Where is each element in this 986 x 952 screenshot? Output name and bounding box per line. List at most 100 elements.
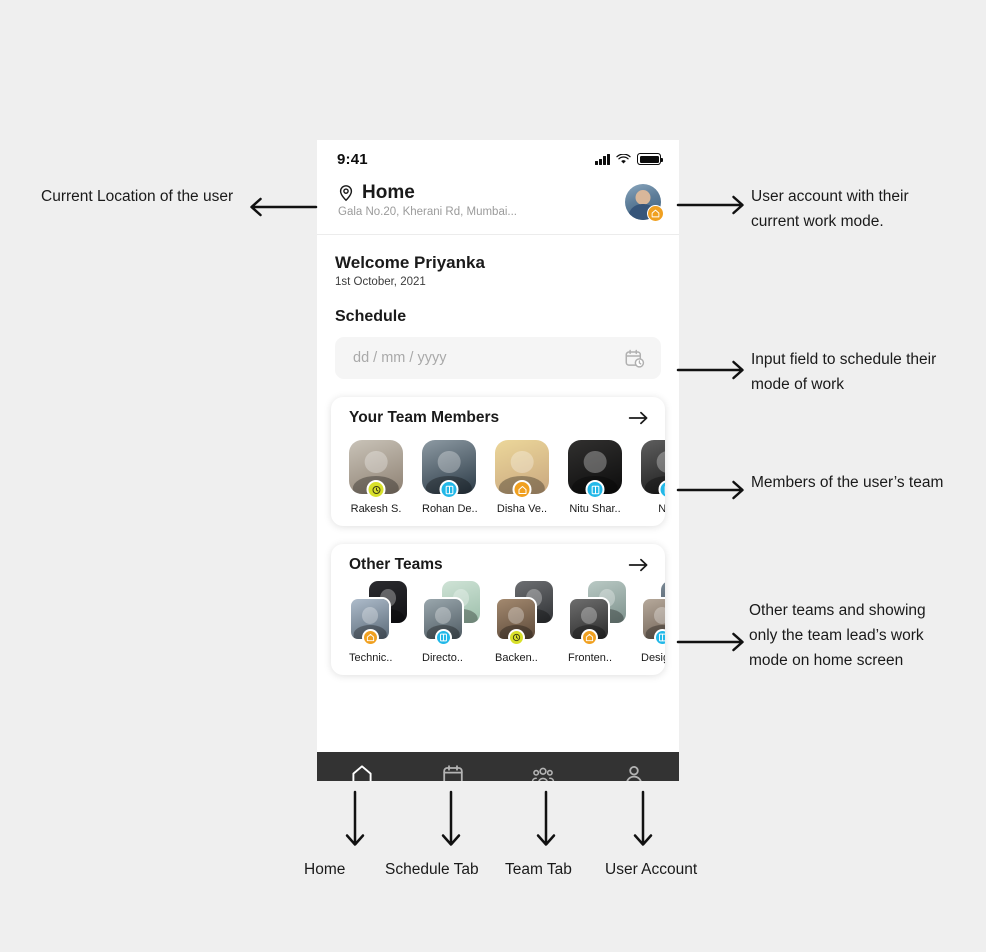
welcome-date: 1st October, 2021 — [335, 276, 426, 288]
team-avatar-stack — [349, 581, 407, 646]
user-person-icon — [626, 765, 642, 781]
phone-body: Welcome Priyanka 1st October, 2021 Sched… — [317, 235, 679, 781]
location-address: Gala No.20, Kherani Rd, Mumbai... — [338, 206, 517, 218]
team-member-name: Nitu — [658, 503, 665, 515]
tab-home[interactable] — [317, 752, 408, 781]
home-mode-icon — [585, 633, 594, 642]
other-teams-see-all-arrow[interactable] — [628, 556, 649, 574]
annotation-user-account: User account with their current work mod… — [751, 188, 909, 231]
home-mode-icon — [651, 209, 660, 218]
arrow-right-icon — [628, 558, 648, 572]
phone-header: Home Gala No.20, Kherani Rd, Mumbai... — [317, 178, 679, 235]
tab-team[interactable] — [498, 752, 589, 781]
work-mode-badge — [512, 480, 532, 499]
welcome-title: Welcome Priyanka — [335, 253, 485, 272]
team-members-title: Your Team Members — [349, 409, 500, 426]
team-member-item[interactable]: Rakesh S. — [349, 440, 403, 515]
current-location-block[interactable]: Home Gala No.20, Kherani Rd, Mumbai... — [337, 182, 517, 218]
remote-clock-icon — [372, 485, 380, 494]
annotation-current-location: Current Location of the user — [41, 188, 234, 205]
arrow-down-icon — [441, 790, 461, 846]
office-building-icon — [591, 485, 599, 494]
team-lead-work-mode-badge — [508, 629, 525, 646]
arrow-down-icon — [633, 790, 653, 846]
tab-schedule[interactable] — [408, 752, 499, 781]
team-member-item[interactable]: Disha Ve.. — [495, 440, 549, 515]
your-team-members-card: Your Team Members Rakesh S. Rohan De.. Dis… — [331, 397, 665, 526]
other-teams-card: Other Teams Technic.. Directo.. Backen.. Fr… — [331, 544, 665, 675]
other-team-name: Directo.. — [422, 652, 463, 664]
remote-clock-icon — [512, 633, 521, 642]
battery-icon — [637, 153, 664, 165]
arrow-down-icon — [345, 790, 365, 846]
team-member-avatar-wrap — [422, 440, 476, 499]
other-teams-header: Other Teams — [331, 556, 665, 574]
team-member-avatar-wrap — [568, 440, 622, 499]
team-member-name: Rohan De.. — [422, 503, 478, 515]
team-member-item[interactable]: Nitu — [641, 440, 665, 515]
team-lead-work-mode-badge — [435, 629, 452, 646]
team-member-item[interactable]: Rohan De.. — [422, 440, 478, 515]
calendar-clock-icon[interactable] — [624, 348, 645, 369]
other-team-item[interactable]: Backen.. — [495, 581, 553, 664]
tab-user-account[interactable] — [589, 752, 680, 781]
other-team-item[interactable]: Technic.. — [349, 581, 407, 664]
welcome-block: Welcome Priyanka 1st October, 2021 — [317, 235, 679, 288]
work-mode-badge — [585, 480, 605, 499]
phone-mockup: 9:41 Home Gala No.20, Kherani Rd, Mumbai… — [317, 140, 679, 781]
office-building-icon — [659, 633, 665, 642]
annotated-mockup-canvas: 9:41 Home Gala No.20, Kherani Rd, Mumbai… — [0, 0, 986, 952]
team-avatar-stack — [422, 581, 480, 646]
annotation-tab-schedule: Schedule Tab — [385, 861, 479, 878]
other-team-name: Design.. — [641, 652, 665, 664]
other-team-name: Backen.. — [495, 652, 538, 664]
location-title: Home — [362, 182, 415, 203]
office-building-icon — [445, 485, 453, 494]
work-mode-badge — [647, 205, 664, 222]
location-row: Home — [337, 182, 517, 204]
team-member-name: Disha Ve.. — [496, 503, 548, 515]
calendar-icon — [443, 765, 463, 781]
team-people-icon — [532, 767, 555, 781]
team-member-name: Nitu Shar.. — [569, 503, 621, 515]
team-lead-work-mode-badge — [581, 629, 598, 646]
annotation-schedule-input: Input field to schedule their mode of wo… — [751, 351, 937, 394]
team-avatar-stack — [641, 581, 665, 646]
schedule-date-placeholder: dd / mm / yyyy — [353, 350, 447, 366]
other-teams-title: Other Teams — [349, 556, 443, 573]
office-building-icon — [664, 485, 665, 494]
home-icon — [352, 765, 372, 781]
map-pin-icon — [339, 185, 353, 202]
team-avatar-stack — [495, 581, 553, 646]
annotation-other-teams: Other teams and showing only the team le… — [749, 602, 926, 670]
other-teams-list: Technic.. Directo.. Backen.. Fronten.. Desig… — [331, 574, 665, 664]
team-members-header: Your Team Members — [331, 409, 665, 427]
work-mode-badge — [658, 480, 665, 499]
team-member-avatar-wrap — [495, 440, 549, 499]
arrow-right-icon — [676, 195, 744, 215]
team-member-avatar-wrap — [641, 440, 665, 499]
status-time: 9:41 — [337, 150, 368, 168]
user-account-avatar[interactable] — [625, 184, 664, 222]
other-team-name: Fronten.. — [568, 652, 613, 664]
arrow-left-icon — [250, 197, 318, 217]
home-mode-icon — [518, 485, 526, 494]
other-team-item[interactable]: Directo.. — [422, 581, 480, 664]
cellular-signal-icon — [595, 153, 610, 165]
home-mode-icon — [366, 633, 375, 642]
work-mode-badge — [366, 480, 386, 499]
other-team-item[interactable]: Design.. — [641, 581, 665, 664]
schedule-date-input[interactable]: dd / mm / yyyy — [335, 337, 661, 379]
annotation-team-members: Members of the user’s team — [751, 474, 944, 491]
team-lead-work-mode-badge — [654, 629, 665, 646]
annotation-tab-team: Team Tab — [505, 861, 572, 878]
arrow-right-icon — [676, 480, 744, 500]
bottom-tab-bar — [317, 752, 679, 781]
team-members-list: Rakesh S. Rohan De.. Disha Ve.. Nitu Shar..… — [331, 427, 665, 515]
wifi-icon — [616, 153, 631, 164]
team-member-item[interactable]: Nitu Shar.. — [568, 440, 622, 515]
team-members-see-all-arrow[interactable] — [628, 409, 649, 427]
arrow-right-icon — [676, 360, 744, 380]
other-team-item[interactable]: Fronten.. — [568, 581, 626, 664]
arrow-right-icon — [676, 632, 744, 652]
